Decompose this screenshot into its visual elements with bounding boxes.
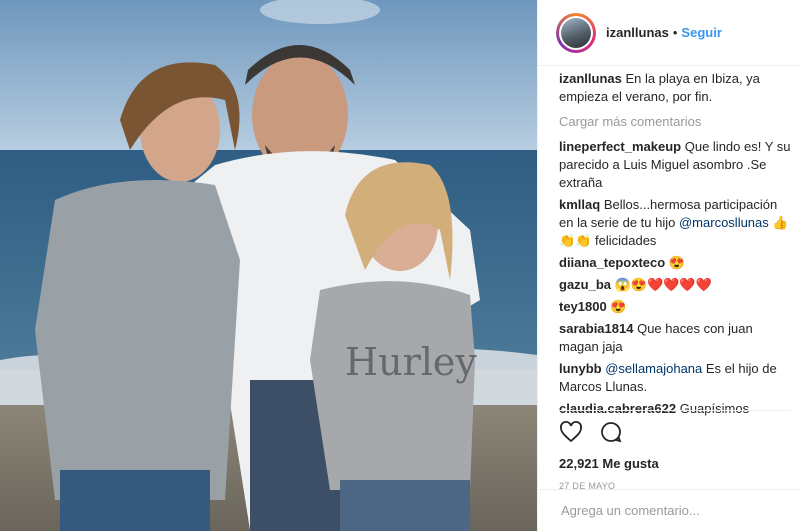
comment-text: felicidades [595, 233, 657, 248]
svg-text:Hurley: Hurley [345, 340, 477, 384]
add-comment-bar [538, 489, 799, 531]
add-comment-input[interactable] [559, 502, 763, 519]
comment-item: lunybb @sellamajohana Es el hijo de Marc… [559, 360, 791, 396]
comment-item: diiana_tepoxteco 😍 [559, 254, 791, 272]
comment-username[interactable]: tey1800 [559, 299, 607, 314]
comment-item: tey1800 😍 [559, 298, 791, 316]
comment-emoji: 😱😍❤️❤️❤️❤️ [614, 277, 712, 292]
avatar-image [561, 17, 591, 48]
post-side-panel: izanllunas • Seguir izanllunas En la pla… [537, 0, 799, 531]
comment-item: lineperfect_makeup Que lindo es! Y su pa… [559, 138, 791, 192]
post-actions: 22,921 Me gusta 27 DE MAYO [559, 410, 791, 491]
mention-link[interactable]: @sellamajohana [605, 361, 702, 376]
load-more-comments-button[interactable]: Cargar más comentarios [559, 113, 791, 131]
caption-username[interactable]: izanllunas [559, 71, 622, 86]
separator-dot: • [672, 25, 678, 40]
post-photo[interactable]: Hurley [0, 0, 537, 531]
comments-list: izanllunas En la playa en Ibiza, ya empi… [559, 70, 791, 422]
likes-count[interactable]: 22,921 Me gusta [559, 456, 791, 471]
header-username[interactable]: izanllunas [606, 25, 669, 40]
avatar[interactable] [556, 12, 596, 53]
instagram-post-modal: Hurley izanllunas • Seguir izanllunas En… [0, 0, 799, 531]
comment-emoji: 😍 [668, 255, 686, 270]
post-header: izanllunas • Seguir [538, 0, 799, 66]
follow-button[interactable]: Seguir [681, 25, 721, 40]
comment-item: sarabia1814 Que haces con juan magan jaj… [559, 320, 791, 356]
speech-bubble-icon[interactable] [599, 420, 623, 449]
comment-item: kmllaq Bellos...hermosa participación en… [559, 196, 791, 250]
beach-family-photo: Hurley [0, 0, 537, 531]
comment-username[interactable]: gazu_ba [559, 277, 611, 292]
comment-username[interactable]: diiana_tepoxteco [559, 255, 665, 270]
comment-item: gazu_ba 😱😍❤️❤️❤️❤️ [559, 276, 791, 294]
comment-username[interactable]: lunybb [559, 361, 602, 376]
avatar-ring-inner [559, 15, 593, 50]
action-icons [559, 420, 791, 449]
comment-username[interactable]: kmllaq [559, 197, 600, 212]
mention-link[interactable]: @marcosllunas [679, 215, 769, 230]
comment-emoji: 😍 [610, 299, 627, 314]
comment-username[interactable]: lineperfect_makeup [559, 139, 681, 154]
heart-outline-icon[interactable] [559, 420, 583, 449]
caption: izanllunas En la playa en Ibiza, ya empi… [559, 70, 791, 106]
comment-username[interactable]: sarabia1814 [559, 321, 633, 336]
